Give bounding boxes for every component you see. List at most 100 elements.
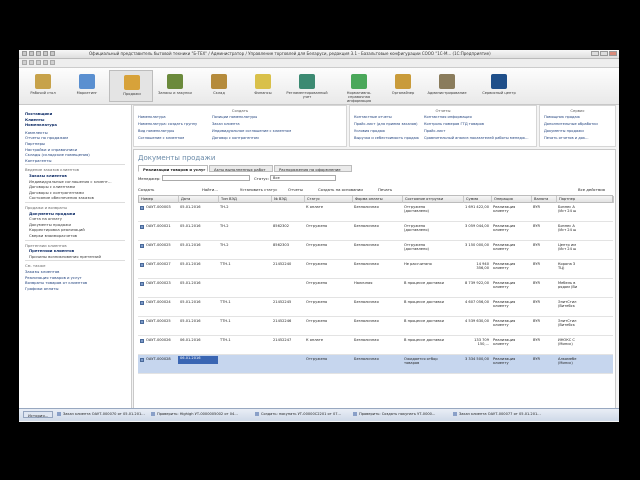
nav-item[interactable]: Претензии клиентов [29, 248, 74, 253]
nav-item[interactable]: Контрагенты [25, 158, 51, 163]
nav-item[interactable]: Номенклатура [25, 122, 57, 127]
panel-link[interactable]: Печать отчетов и док... [544, 136, 589, 140]
nav-item[interactable]: Комплекты [25, 130, 48, 135]
home-icon[interactable] [29, 60, 34, 65]
minimize-button[interactable] [591, 51, 599, 56]
section-9[interactable]: Администрирование [425, 70, 469, 102]
panel-link[interactable]: Выручка и себестоимость продаж [354, 136, 419, 140]
history-button[interactable]: История... [23, 411, 54, 418]
nav-item[interactable]: Партнеры [25, 141, 45, 146]
panel-link[interactable]: Прайс-лист (для приема заказов) [354, 122, 417, 126]
save-icon[interactable] [29, 51, 34, 56]
panel-link[interactable]: Условия продаж [354, 129, 385, 133]
section-4[interactable]: Склад [197, 70, 241, 102]
print-button[interactable]: Печать [378, 186, 392, 193]
nav-item[interactable]: Клиенты [25, 117, 44, 122]
panel-link[interactable]: Документы продажи [544, 129, 584, 133]
nav-item[interactable]: Договоры с контрагентами [29, 190, 84, 195]
nav-item[interactable]: Склады (складские помещения) [25, 152, 90, 157]
panel-link[interactable]: Контроль номеров ГТД товаров [424, 122, 484, 126]
nav-item[interactable]: Возвраты товаров от клиентов [25, 280, 87, 285]
nav-item[interactable]: Настройки и справочники [25, 147, 77, 152]
section-3[interactable]: Запасы и закупки [153, 70, 197, 102]
section-6[interactable]: Регламентированный учет [285, 70, 329, 102]
panel-link[interactable]: Прайс-лист [424, 129, 446, 133]
table-row[interactable]: ОАУТ-000003 05.01.2016 ТН-2 К оплате Безнали… [138, 203, 613, 222]
section-7[interactable]: Нормативно-справочная информация [337, 70, 381, 103]
section-8[interactable]: Органайзер [381, 70, 425, 102]
table-row[interactable]: ОАУТ-000025 05.01.2016 ТН-2 8562303 Отгружен… [138, 241, 613, 260]
table-row[interactable]: ОАУТ-000026 06.01.2016 ТТН-1 21452247 К опла… [138, 336, 613, 355]
column-header[interactable]: Состояние отгрузки [403, 196, 464, 203]
panel-link[interactable]: Индивидуальное соглашение с клиентом [212, 129, 291, 133]
column-header[interactable]: Партнер [557, 196, 614, 203]
nav-item[interactable]: Сверки взаиморасчетов [29, 233, 77, 238]
panel-link[interactable]: Соглашение с клиентом [138, 136, 184, 140]
tab-acts[interactable]: Акты выполненных работ [209, 165, 273, 172]
nav-item[interactable]: Договоры с клиентами [29, 184, 75, 189]
favorites-icon[interactable] [50, 60, 55, 65]
nav-item[interactable]: Заказы клиентов [29, 173, 67, 178]
column-header[interactable]: Дата [179, 196, 219, 203]
panel-link[interactable]: Номенклатура: создать группу [138, 122, 197, 126]
nav-item[interactable]: Индивидуальные соглашения с клиент... [29, 179, 112, 184]
section-10[interactable]: Сервисный центр [477, 70, 521, 102]
forward-nav-icon[interactable] [43, 60, 48, 65]
open-window-tab[interactable]: Заказ клиента ОАУТ-000077 от 05.01.201..… [453, 411, 541, 418]
column-header[interactable]: Валюта [532, 196, 557, 203]
tab-sales[interactable]: Реализации товаров и услуг [138, 165, 208, 172]
tab-orders[interactable]: Распоряжения на оформление [274, 165, 352, 172]
panel-link[interactable]: Позиции номенклатуры [212, 115, 257, 119]
open-window-tab[interactable]: Проверить: Highigh УТ-0000005002 от 04..… [151, 411, 238, 418]
panel-link[interactable]: Вид номенклатуры [138, 129, 174, 133]
reports-button[interactable]: Отчеты [288, 186, 303, 193]
nav-item[interactable]: Документы продажи [29, 222, 71, 227]
table-row[interactable]: ОАУТ-000024 05.01.2016 ТТН-1 21452245 Отгруж… [138, 298, 613, 317]
set-status-button[interactable]: Установить статус [240, 186, 277, 193]
section-2[interactable]: Продажи [109, 70, 153, 102]
close-button[interactable] [609, 51, 617, 56]
panel-link[interactable]: Контактные отчеты [354, 115, 392, 119]
table-row[interactable]: ОАУТ-000025 05.01.2016 ТТН-1 21452246 Отгруж… [138, 317, 613, 336]
history-icon[interactable] [50, 51, 55, 56]
column-header[interactable]: Сумма [464, 196, 492, 203]
manager-field[interactable] [162, 175, 250, 181]
create-button[interactable]: Создать [138, 186, 154, 193]
column-header[interactable]: Статус [305, 196, 353, 203]
main-menu-icon[interactable] [22, 60, 27, 65]
nav-item[interactable]: Счета на оплату [29, 216, 62, 221]
maximize-button[interactable] [600, 51, 608, 56]
nav-item[interactable]: Графики оплаты [25, 286, 59, 291]
panel-link[interactable]: Сравнительный анализ показателей работы … [424, 136, 529, 140]
nav-item[interactable]: Причины возникновения претензий [29, 254, 101, 259]
table-row[interactable]: ОАУТ-000028 06.01.2016 Отгружено Безналична… [138, 355, 613, 374]
panel-link[interactable]: Заказ клиента [212, 122, 240, 126]
column-header[interactable]: Операция [492, 196, 532, 203]
open-window-tab[interactable]: Проверить: Создать покупать УТ-0000... [353, 411, 435, 418]
table-row[interactable]: ОАУТ-000027 05.01.2016 ТТН-1 21452240 Отгруж… [138, 260, 613, 279]
back-icon[interactable] [36, 51, 41, 56]
section-5[interactable]: Финансы [241, 70, 285, 102]
nav-item[interactable]: Отчеты по продажам [25, 135, 68, 140]
nav-item[interactable]: Поставщики [25, 111, 52, 116]
status-field[interactable]: Все [270, 175, 336, 181]
column-header[interactable]: № ВЭД [272, 196, 305, 203]
panel-link[interactable]: Номенклатура [138, 115, 166, 119]
forward-icon[interactable] [43, 51, 48, 56]
back-nav-icon[interactable] [36, 60, 41, 65]
open-window-tab[interactable]: Создать: покупать УТ-00000С2201 от 07... [255, 411, 341, 418]
nav-item[interactable]: Корректировка реализаций [29, 227, 85, 232]
open-window-tab[interactable]: Заказ клиента ОАУТ-000070 от 05.01.201..… [57, 411, 145, 418]
nav-item[interactable]: Заказы клиентов [25, 269, 59, 274]
column-header[interactable]: Тип ВЭД [219, 196, 272, 203]
panel-link[interactable]: Договор с контрагентом [212, 136, 259, 140]
nav-item[interactable]: Состояние обеспечения заказов [29, 195, 94, 200]
column-header[interactable]: Форма оплаты [353, 196, 403, 203]
section-1[interactable]: Маркетинг [65, 70, 109, 102]
table-row[interactable]: ОАУТ-000023 05.01.2016 Отгружено Наличная В … [138, 279, 613, 298]
section-0[interactable]: Рабочий стол [21, 70, 65, 102]
panel-link[interactable]: Контактная информация [424, 115, 472, 119]
all-actions-button[interactable]: Все действия [578, 186, 605, 193]
find-button[interactable]: Найти... [202, 186, 218, 193]
table-row[interactable]: ОАУТ-000021 05.01.2016 ТН-2 8562302 Отгружен… [138, 222, 613, 241]
